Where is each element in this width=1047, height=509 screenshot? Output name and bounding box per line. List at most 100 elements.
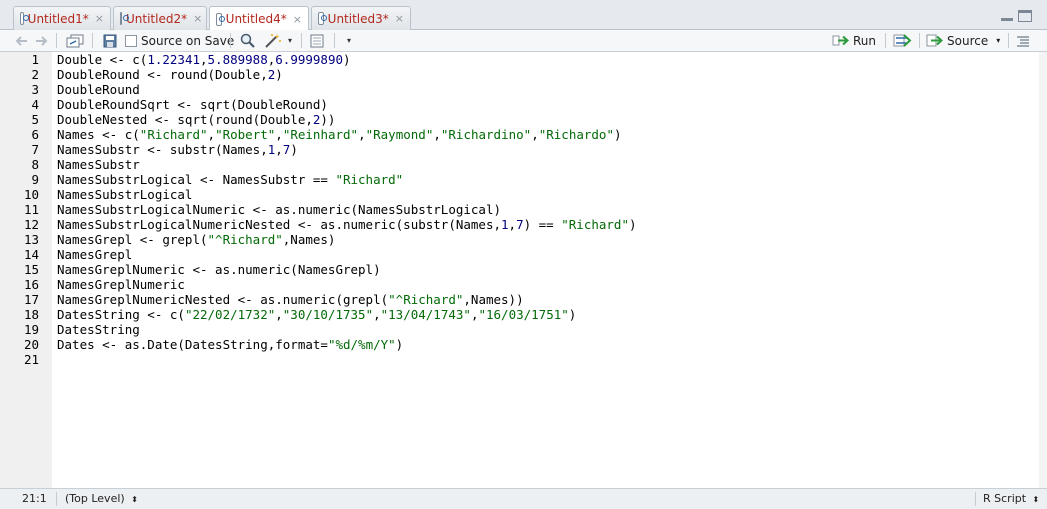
code-token: )	[343, 52, 351, 67]
string-token: "22/02/1732"	[184, 307, 276, 322]
code-token: ,	[508, 217, 517, 232]
chevron-down-icon[interactable]: ▾	[347, 32, 351, 49]
run-label: Run	[853, 33, 877, 48]
number-token: 7	[516, 217, 524, 232]
line-number: 16	[23, 277, 39, 292]
code-line[interactable]: NamesSubstrLogical	[57, 187, 192, 202]
line-number: 4	[31, 97, 39, 112]
r-file-icon	[120, 12, 129, 25]
code-token: NamesGrepl <- grepl(	[57, 232, 208, 247]
code-token: )	[275, 67, 283, 82]
maximize-icon[interactable]	[1018, 10, 1032, 22]
source-button[interactable]: Source ▾	[926, 32, 1000, 49]
code-line[interactable]: DatesString	[57, 322, 140, 337]
tab-label: Untitled4*	[225, 12, 287, 26]
status-bar: 21:1 (Top Level) ⬍ R Script ⬍	[0, 488, 1047, 509]
code-line[interactable]: NamesGrepl <- grepl("^Richard",Names)	[57, 232, 335, 247]
code-line[interactable]: DoubleNested <- sqrt(round(Double,2))	[57, 112, 335, 127]
code-line[interactable]: NamesSubstrLogicalNumericNested <- as.nu…	[57, 217, 637, 232]
code-tools-wand-icon[interactable]	[264, 32, 282, 49]
run-button[interactable]: Run	[832, 32, 876, 49]
code-token: NamesSubstr	[57, 157, 140, 172]
compile-notebook-icon[interactable]	[310, 32, 324, 49]
line-number: 12	[23, 217, 39, 232]
code-line[interactable]: NamesGrepl	[57, 247, 132, 262]
rerun-button[interactable]	[893, 32, 913, 49]
code-token: ,	[275, 127, 283, 142]
tab-untitled2[interactable]: Untitled2* ×	[113, 6, 207, 30]
code-token: )	[290, 142, 298, 157]
code-token: ))	[320, 112, 336, 127]
scope-label: (Top Level)	[65, 492, 125, 505]
updown-chevron-icon: ⬍	[131, 495, 138, 504]
string-token: "Raymond"	[365, 127, 434, 142]
code-token: ,	[531, 127, 539, 142]
code-line[interactable]: NamesGreplNumeric	[57, 277, 185, 292]
code-token: DoubleNested <- sqrt(round(Double,	[57, 112, 313, 127]
save-icon[interactable]	[103, 32, 117, 49]
back-arrow-icon[interactable]	[15, 32, 29, 49]
string-token: "Richard"	[139, 127, 208, 142]
code-line[interactable]: Names <- c("Richard","Robert","Reinhard"…	[57, 127, 622, 142]
string-token: "^Richard"	[207, 232, 283, 247]
code-line[interactable]: NamesSubstr <- substr(Names,1,7)	[57, 142, 298, 157]
code-line[interactable]: NamesSubstrLogical <- NamesSubstr == "Ri…	[57, 172, 403, 187]
close-icon[interactable]: ×	[95, 12, 104, 25]
close-icon[interactable]: ×	[193, 12, 202, 25]
code-line[interactable]: DoubleRound	[57, 82, 140, 97]
tab-untitled4[interactable]: Untitled4* ×	[209, 6, 309, 31]
forward-arrow-icon[interactable]	[34, 32, 48, 49]
code-line[interactable]: Double <- c(1.22341,5.889988,6.9999890)	[57, 52, 351, 67]
code-line[interactable]: NamesSubstr	[57, 157, 140, 172]
string-token: "Richard"	[561, 217, 629, 232]
editor-scrollbar[interactable]	[1039, 52, 1047, 488]
string-token: "Robert"	[215, 127, 276, 142]
code-line[interactable]: NamesGreplNumeric <- as.numeric(NamesGre…	[57, 262, 381, 277]
chevron-down-icon[interactable]: ▾	[288, 32, 292, 49]
code-token: )	[568, 307, 577, 322]
tab-label: Untitled2*	[126, 11, 188, 26]
code-token: NamesGreplNumericNested <- as.numeric(gr…	[57, 292, 389, 307]
outline-list-icon[interactable]	[1016, 32, 1030, 49]
code-token: DoubleRound <- round(Double,	[57, 67, 268, 82]
show-in-window-icon[interactable]	[66, 32, 84, 49]
search-icon[interactable]	[240, 32, 255, 49]
code-token: ,	[207, 127, 216, 142]
close-icon[interactable]: ×	[395, 12, 404, 25]
tab-untitled1[interactable]: Untitled1* ×	[13, 6, 111, 30]
minimize-icon[interactable]	[1000, 10, 1014, 22]
line-number: 2	[31, 67, 39, 82]
tab-untitled3[interactable]: Untitled3* ×	[311, 6, 411, 30]
code-token: ,	[275, 142, 283, 157]
string-token: "Richardo"	[538, 127, 614, 142]
line-number: 3	[31, 82, 39, 97]
code-token: ,	[358, 127, 366, 142]
line-number: 17	[23, 292, 39, 307]
tab-bar: Untitled1* × Untitled2* × Untitled4* × U…	[0, 0, 1047, 31]
close-icon[interactable]: ×	[293, 13, 302, 26]
scope-selector[interactable]: (Top Level) ⬍	[65, 492, 138, 505]
line-number: 20	[23, 337, 39, 352]
source-icon	[926, 34, 944, 47]
line-number: 15	[23, 262, 39, 277]
code-line[interactable]: Dates <- as.Date(DatesString,format="%d/…	[57, 337, 403, 352]
code-line[interactable]: DoubleRound <- round(Double,2)	[57, 67, 283, 82]
editor-toolbar: Source on Save ▾ ▾ Run Source ▾	[0, 30, 1047, 52]
code-line[interactable]: DoubleRoundSqrt <- sqrt(DoubleRound)	[57, 97, 328, 112]
line-number: 14	[23, 247, 39, 262]
code-token: ,	[373, 307, 381, 322]
code-line[interactable]: NamesSubstrLogicalNumeric <- as.numeric(…	[57, 202, 501, 217]
file-type-selector[interactable]: R Script ⬍	[983, 492, 1039, 505]
line-number: 5	[31, 112, 39, 127]
code-line[interactable]: DatesString <- c("22/02/1732","30/10/173…	[57, 307, 576, 322]
code-token: NamesGreplNumeric <- as.numeric(NamesGre…	[57, 262, 381, 277]
checkbox-box[interactable]	[125, 34, 137, 47]
chevron-down-icon[interactable]: ▾	[996, 36, 1000, 45]
source-label: Source	[947, 33, 989, 48]
line-number: 11	[23, 202, 39, 217]
code-line[interactable]: NamesGreplNumericNested <- as.numeric(gr…	[57, 292, 524, 307]
code-editor[interactable]: 1 Double <- c(1.22341,5.889988,6.9999890)…	[0, 52, 1047, 488]
tab-label: Untitled1*	[27, 11, 89, 26]
source-on-save-checkbox[interactable]: Source on Save	[125, 32, 234, 49]
code-token: NamesSubstrLogical <- NamesSubstr ==	[57, 172, 336, 187]
